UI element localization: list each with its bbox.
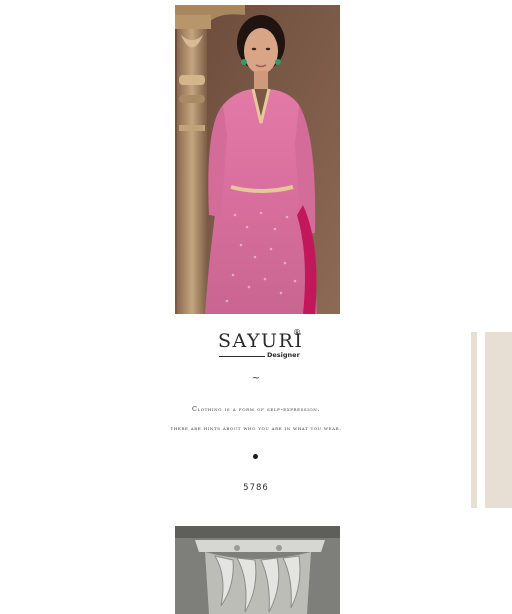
quote-line-1: Clothing is a form of self-expression. bbox=[191, 405, 321, 413]
stone-carving-photo bbox=[175, 526, 340, 614]
bullet-dot bbox=[253, 454, 258, 459]
decor-bar-right bbox=[485, 332, 512, 508]
brand-name: SAYURI bbox=[218, 330, 304, 352]
separator: ~ bbox=[251, 373, 261, 384]
model-photo bbox=[175, 5, 340, 314]
registered-mark: ® bbox=[293, 328, 301, 337]
design-code: 5786 bbox=[243, 483, 269, 493]
brand-logo: SAYURI ® Designer bbox=[214, 328, 304, 362]
brand-subtitle: Designer bbox=[267, 351, 300, 359]
logo-underline bbox=[219, 356, 265, 357]
decor-bar-left bbox=[471, 332, 477, 508]
quote-line-2: there are hints about who you are in wha… bbox=[170, 426, 342, 432]
